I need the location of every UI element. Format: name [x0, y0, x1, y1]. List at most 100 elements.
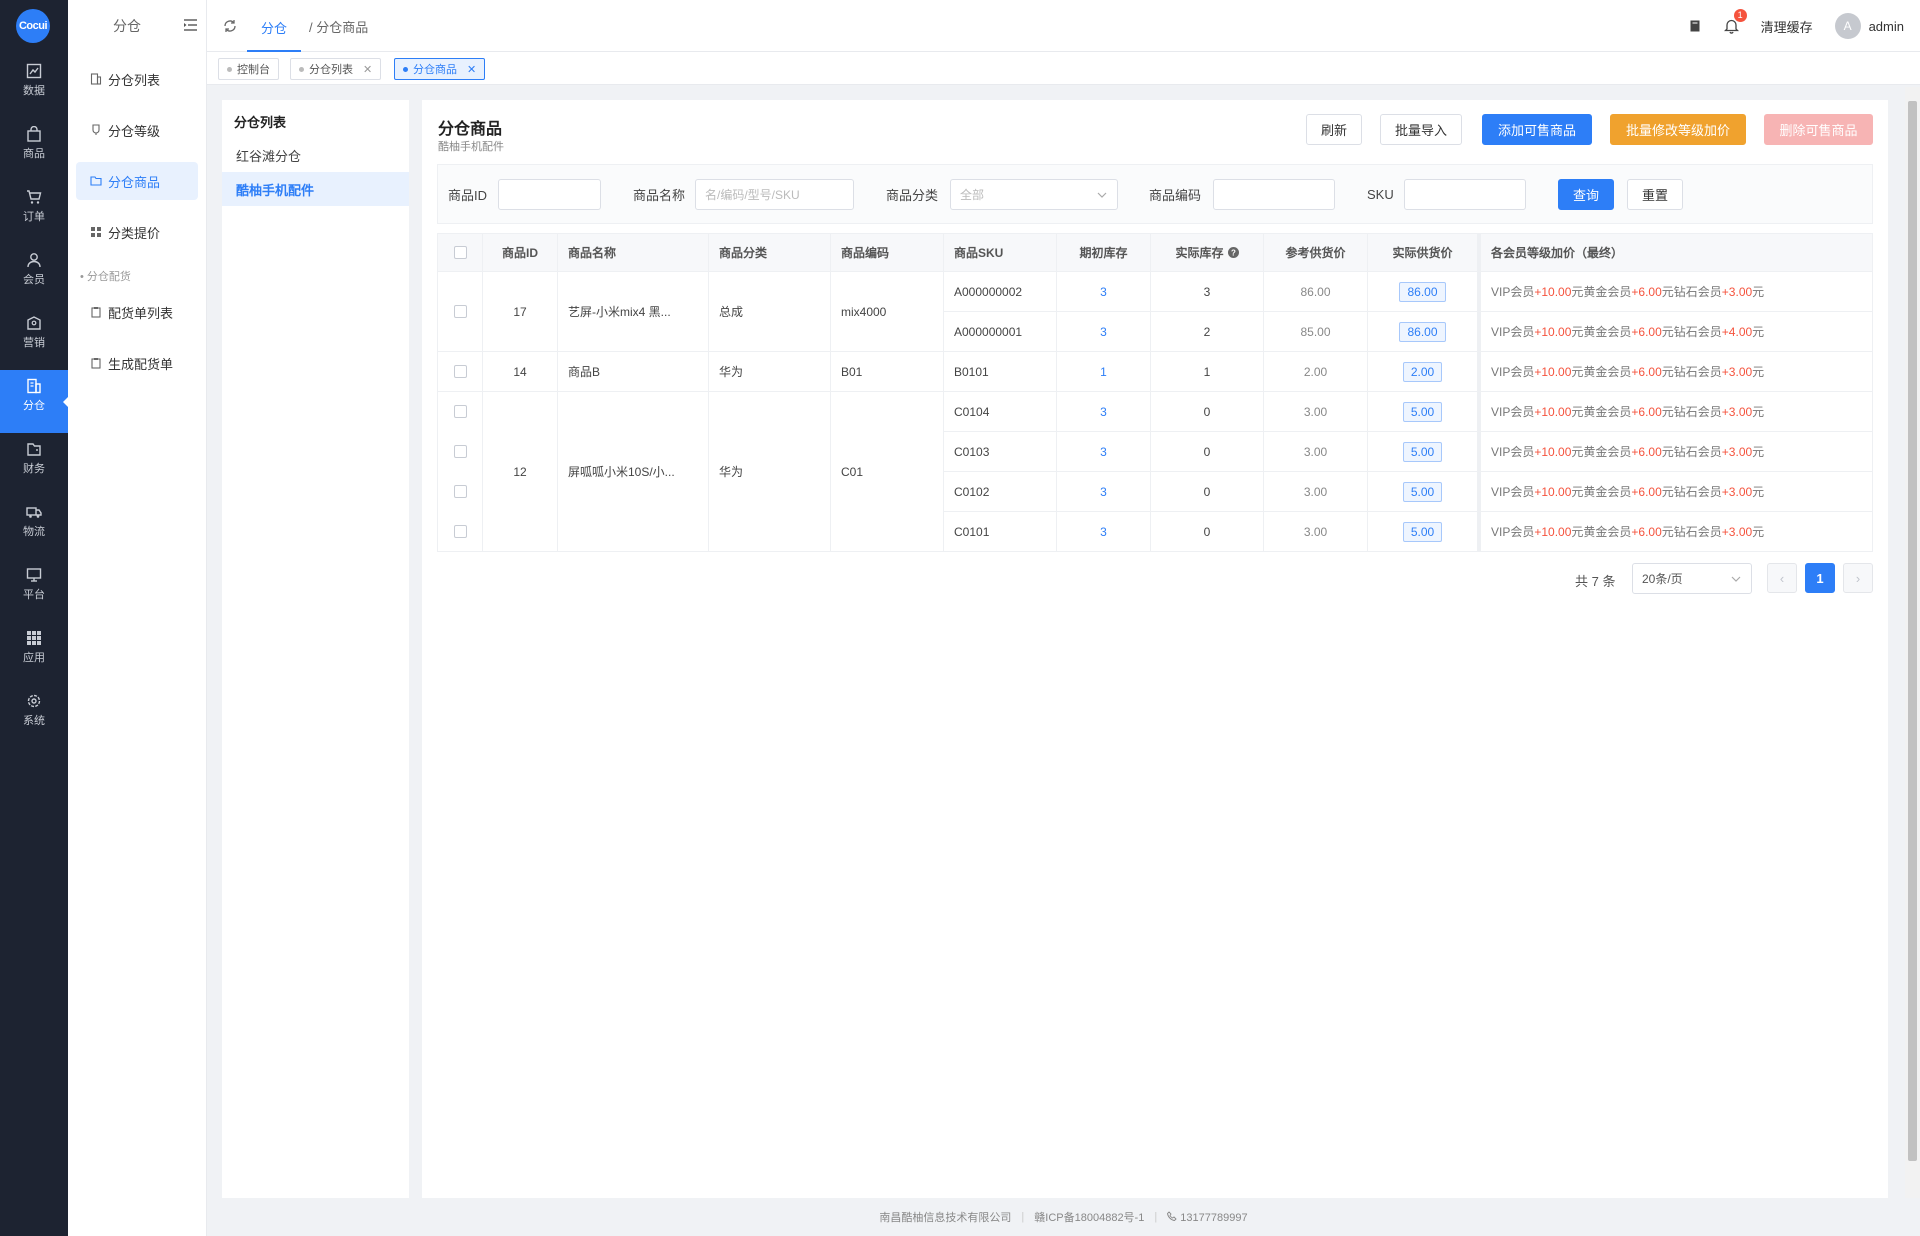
- user-menu[interactable]: A admin: [1834, 13, 1904, 39]
- init-stock-cell[interactable]: 3: [1057, 272, 1151, 312]
- sidebar-item-label: 分仓商品: [108, 174, 161, 190]
- page-size-select[interactable]: 20条/页: [1632, 563, 1752, 594]
- rail-label: 系统: [23, 715, 45, 727]
- menu-fold-icon[interactable]: [183, 18, 198, 32]
- goods-id-input[interactable]: [498, 179, 601, 210]
- sku-input[interactable]: [1404, 179, 1526, 210]
- markup-value: +6.00: [1631, 444, 1662, 459]
- rail-item-marketing[interactable]: 营销: [0, 307, 68, 370]
- batch-markup-button[interactable]: 批量修改等级加价: [1610, 114, 1746, 145]
- sidebar-item-category-markup[interactable]: 分类提价: [76, 213, 198, 251]
- actual-price-input[interactable]: 86.00: [1399, 281, 1446, 302]
- markup-label: 元黄金会员: [1571, 525, 1632, 539]
- actual-price-input[interactable]: 5.00: [1402, 521, 1443, 542]
- init-stock-cell[interactable]: 1: [1057, 352, 1151, 392]
- tab-warehouse-list[interactable]: 分仓列表 ✕: [290, 58, 382, 80]
- tab-dashboard[interactable]: 控制台: [218, 58, 279, 80]
- markup-value: +10.00: [1534, 444, 1572, 459]
- actual-price-input[interactable]: 5.00: [1402, 401, 1443, 422]
- clear-cache-link[interactable]: 清理缓存: [1761, 17, 1813, 36]
- sidebar-item-warehouse-list[interactable]: 分仓列表: [76, 60, 198, 98]
- goods-code-input[interactable]: [1213, 179, 1335, 210]
- row-checkbox[interactable]: [453, 405, 467, 419]
- category-select[interactable]: 全部: [950, 179, 1118, 210]
- sidebar-item-warehouse-goods[interactable]: 分仓商品: [76, 162, 198, 200]
- refresh-control[interactable]: [223, 0, 237, 52]
- page-subtitle: 酷柚手机配件: [438, 141, 504, 153]
- rail-item-data[interactable]: 数据: [0, 55, 68, 118]
- row-checkbox[interactable]: [453, 524, 467, 538]
- import-button[interactable]: 批量导入: [1380, 114, 1462, 145]
- warehouse-item[interactable]: 红谷滩分仓: [222, 138, 409, 172]
- goods-name-input[interactable]: 名/编码/型号/SKU: [695, 179, 854, 210]
- notification-bell[interactable]: 1: [1723, 9, 1747, 34]
- breadcrumb-active[interactable]: 分仓: [247, 10, 302, 52]
- goods-category-cell: 华为: [709, 352, 831, 392]
- help-icon[interactable]: ?: [1227, 247, 1239, 258]
- rail-item-orders[interactable]: 订单: [0, 181, 68, 244]
- top-right-actions: 1 清理缓存 A admin: [1688, 0, 1904, 52]
- reset-button[interactable]: 重置: [1627, 179, 1683, 210]
- add-goods-button[interactable]: 添加可售商品: [1482, 114, 1592, 145]
- markup-label: VIP会员: [1491, 285, 1535, 299]
- warehouse-item-selected[interactable]: 酷柚手机配件: [222, 172, 409, 206]
- init-stock-cell[interactable]: 3: [1057, 512, 1151, 552]
- tab-warehouse-goods[interactable]: 分仓商品 ✕: [394, 58, 486, 80]
- actual-price-input[interactable]: 5.00: [1402, 481, 1443, 502]
- actual-price-input[interactable]: 86.00: [1399, 321, 1446, 342]
- row-checkbox[interactable]: [453, 445, 467, 459]
- rail-item-members[interactable]: 会员: [0, 244, 68, 307]
- rail-item-goods[interactable]: 商品: [0, 118, 68, 181]
- close-icon[interactable]: ✕: [363, 63, 372, 76]
- delete-goods-button[interactable]: 删除可售商品: [1764, 114, 1873, 145]
- rail-label: 营销: [23, 337, 45, 349]
- pagination-total: 共 7 条: [1575, 574, 1616, 589]
- actual-price-input[interactable]: 2.00: [1402, 361, 1443, 382]
- stock-cell: 0: [1151, 472, 1264, 512]
- row-checkbox[interactable]: [453, 484, 467, 498]
- app-logo[interactable]: Cocui: [16, 9, 50, 43]
- rail-item-finance[interactable]: 财务: [0, 433, 68, 496]
- sidebar-item-label: 分类提价: [108, 225, 161, 241]
- init-stock-cell[interactable]: 3: [1057, 432, 1151, 472]
- scrollbar-thumb[interactable]: [1908, 101, 1917, 1161]
- refresh-button[interactable]: 刷新: [1306, 114, 1362, 145]
- markup-value: +3.00: [1721, 444, 1753, 459]
- row-checkbox[interactable]: [453, 365, 467, 378]
- page-button-current[interactable]: 1: [1805, 563, 1835, 593]
- prev-page-button[interactable]: ‹: [1767, 563, 1797, 593]
- next-page-button[interactable]: ›: [1843, 563, 1873, 593]
- rail-item-apps[interactable]: 应用: [0, 622, 68, 685]
- init-stock-cell[interactable]: 3: [1057, 392, 1151, 432]
- markup-label: 元钻石会员: [1661, 365, 1722, 379]
- filter-label-code: 商品编码: [1149, 187, 1202, 203]
- close-icon[interactable]: ✕: [467, 63, 476, 76]
- tab-label: 控制台: [237, 64, 270, 76]
- query-button[interactable]: 查询: [1558, 179, 1614, 210]
- markup-label: VIP会员: [1491, 525, 1535, 539]
- sidebar-item-create-allocation[interactable]: 生成配货单: [76, 344, 198, 382]
- filter-label-name: 商品名称: [633, 187, 686, 203]
- rail-item-system[interactable]: 系统: [0, 685, 68, 748]
- page-title: 分仓商品: [438, 121, 503, 138]
- book-icon[interactable]: [1688, 19, 1702, 33]
- goods-name-cell[interactable]: 商品B: [558, 352, 709, 392]
- tabs-bar: 控制台 分仓列表 ✕ 分仓商品 ✕: [207, 52, 1920, 85]
- select-all-checkbox[interactable]: [453, 246, 467, 259]
- init-stock-cell[interactable]: 3: [1057, 472, 1151, 512]
- sidebar-item-allocation-list[interactable]: 配货单列表: [76, 293, 198, 331]
- rail-item-warehouse[interactable]: 分仓: [0, 370, 69, 433]
- row-checkbox[interactable]: [453, 305, 467, 318]
- init-stock-cell[interactable]: 3: [1057, 312, 1151, 352]
- sku-cell: C0102: [944, 472, 1057, 512]
- rail-item-platform[interactable]: 平台: [0, 559, 68, 622]
- actual-price-input[interactable]: 5.00: [1402, 441, 1443, 462]
- rail-item-logistics[interactable]: 物流: [0, 496, 68, 559]
- markup-value: +3.00: [1721, 364, 1753, 379]
- footer-icp[interactable]: 赣ICP备18004882号-1: [1034, 1209, 1144, 1225]
- goods-table: 商品ID 商品名称 商品分类 商品编码 商品SKU 期初库存 实际库存 ? 参考…: [437, 233, 1873, 552]
- goods-name-cell[interactable]: 艺屏-小米mix4 黑...: [558, 272, 709, 352]
- goods-name-cell[interactable]: 屏呱呱小米10S/小...: [558, 392, 709, 552]
- sidebar-item-warehouse-level[interactable]: 分仓等级: [76, 111, 198, 149]
- page-scrollbar[interactable]: [1905, 87, 1920, 1198]
